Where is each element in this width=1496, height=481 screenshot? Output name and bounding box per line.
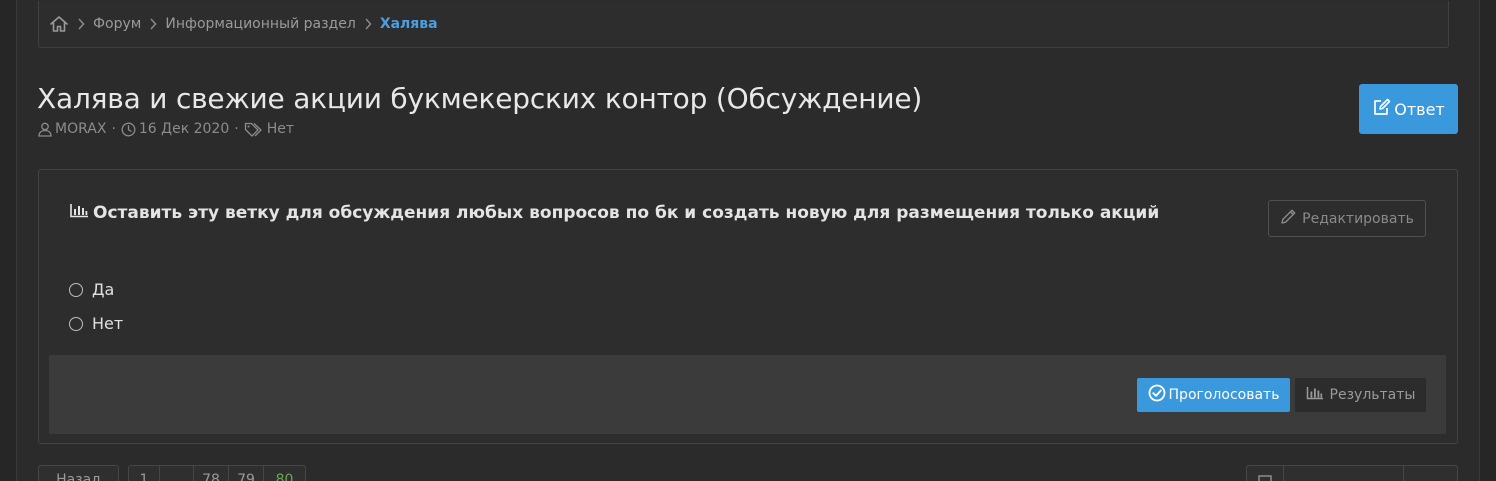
radio-button[interactable]: [69, 282, 83, 297]
breadcrumb-item-info-section[interactable]: Информационный раздел: [165, 16, 355, 32]
thread-tools: [1246, 465, 1458, 481]
poll-option-yes[interactable]: Да: [69, 280, 114, 299]
page-title: Халява и свежие акции букмекерских конто…: [37, 82, 923, 115]
clock-icon: [121, 122, 139, 137]
breadcrumb: Форум Информационный раздел Халява: [38, 1, 1449, 48]
bar-chart-icon: [1306, 386, 1330, 404]
chevron-right-icon: [364, 18, 372, 30]
poll-question-text: Оставить эту ветку для обсуждения любых …: [93, 203, 1160, 223]
poll-question: Оставить эту ветку для обсуждения любых …: [69, 203, 1159, 223]
vote-button-label: Проголосовать: [1168, 387, 1280, 403]
chevron-right-icon: [77, 18, 85, 30]
results-button[interactable]: Результаты: [1295, 378, 1426, 412]
page-ellipsis[interactable]: …: [160, 465, 194, 481]
poll-option-label: Да: [92, 280, 115, 299]
poll-block: Оставить эту ветку для обсуждения любых …: [38, 169, 1458, 444]
thread-author[interactable]: MORAX: [55, 121, 106, 137]
reply-button-label: Ответ: [1394, 99, 1445, 119]
results-button-label: Результаты: [1329, 387, 1416, 403]
edit-poll-label: Редактировать: [1302, 210, 1414, 227]
page-link[interactable]: 78: [194, 465, 229, 481]
page-link-current[interactable]: 80: [264, 465, 306, 481]
prev-page-button[interactable]: Назад: [38, 465, 119, 481]
page-link[interactable]: 1: [128, 465, 160, 481]
meta-separator: ·: [111, 121, 116, 137]
page-numbers: 1 … 78 79 80: [128, 465, 306, 481]
page: Форум Информационный раздел Халява Халяв…: [0, 0, 1496, 481]
pencil-icon: [1280, 208, 1302, 229]
poll-footer: Проголосовать Результаты: [49, 355, 1446, 434]
poll-option-label: Нет: [92, 314, 124, 333]
reply-button[interactable]: Ответ: [1359, 84, 1458, 134]
thread-meta: MORAX · 16 Дек 2020 · Нет: [38, 121, 294, 137]
page-link[interactable]: 79: [229, 465, 264, 481]
right-gutter: [1479, 0, 1496, 481]
home-icon[interactable]: [49, 15, 69, 33]
pagination: Назад 1 … 78 79 80: [38, 465, 306, 481]
left-gutter: [0, 0, 17, 481]
vote-button[interactable]: Проголосовать: [1137, 378, 1290, 412]
tags-icon: [244, 122, 267, 137]
edit-square-icon: [1372, 98, 1394, 120]
breadcrumb-item-freebies[interactable]: Халява: [380, 16, 438, 32]
thread-date[interactable]: 16 Дек 2020: [139, 121, 229, 137]
breadcrumb-item-forum[interactable]: Форум: [93, 16, 141, 32]
thread-tools-dropdown[interactable]: [1404, 466, 1457, 481]
edit-poll-button[interactable]: Редактировать: [1268, 200, 1426, 237]
bar-chart-icon: [69, 203, 93, 223]
thread-tags: Нет: [266, 121, 294, 137]
user-icon: [38, 122, 55, 137]
check-circle-icon: [1148, 384, 1169, 406]
thread-tools-icon[interactable]: [1247, 466, 1284, 481]
poll-option-no[interactable]: Нет: [69, 314, 123, 333]
radio-button[interactable]: [69, 316, 83, 331]
meta-separator: ·: [234, 121, 239, 137]
thread-tools-label[interactable]: [1284, 466, 1404, 481]
chevron-right-icon: [149, 18, 157, 30]
